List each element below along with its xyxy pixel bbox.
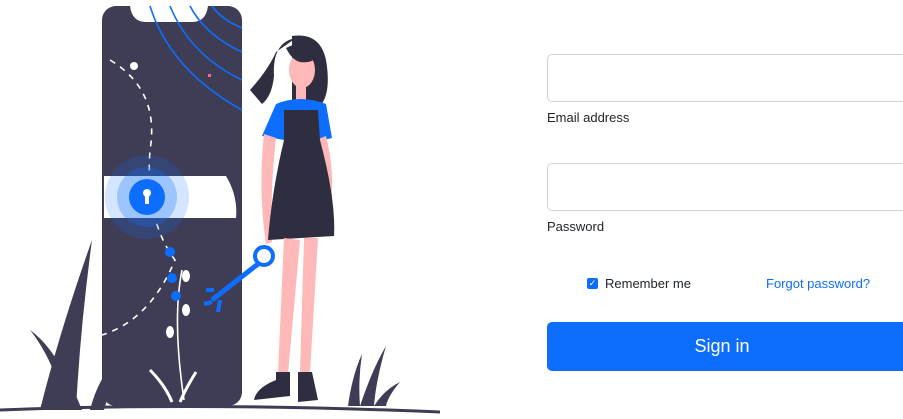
forgot-password-link[interactable]: Forgot password? xyxy=(766,276,870,291)
remember-me-label: Remember me xyxy=(605,276,691,291)
flower-petal xyxy=(182,304,190,316)
email-input[interactable] xyxy=(547,54,903,102)
plant-leaf-icon xyxy=(348,354,362,406)
login-form: Email address Password ✓ Remember me For… xyxy=(547,0,903,414)
remember-me-checkbox[interactable]: ✓ Remember me xyxy=(587,276,691,291)
star-dot xyxy=(208,74,211,77)
email-label: Email address xyxy=(547,110,630,125)
flower-dot xyxy=(171,291,181,301)
phone-notch xyxy=(130,6,208,22)
checkmark-icon[interactable]: ✓ xyxy=(587,278,598,289)
woman-figure xyxy=(250,35,335,402)
dot xyxy=(130,62,138,70)
flower-petal xyxy=(166,326,174,338)
woman-with-key-illustration xyxy=(0,5,441,414)
plant-leaf-icon xyxy=(374,382,400,406)
flower-petal xyxy=(182,270,190,282)
flower-dot xyxy=(165,247,175,257)
sign-in-button[interactable]: Sign in xyxy=(547,322,903,371)
keyhole-icon xyxy=(145,194,149,204)
password-label: Password xyxy=(547,219,605,234)
password-input[interactable] xyxy=(547,163,903,211)
login-illustration xyxy=(0,0,470,414)
flower-dot xyxy=(167,273,177,283)
